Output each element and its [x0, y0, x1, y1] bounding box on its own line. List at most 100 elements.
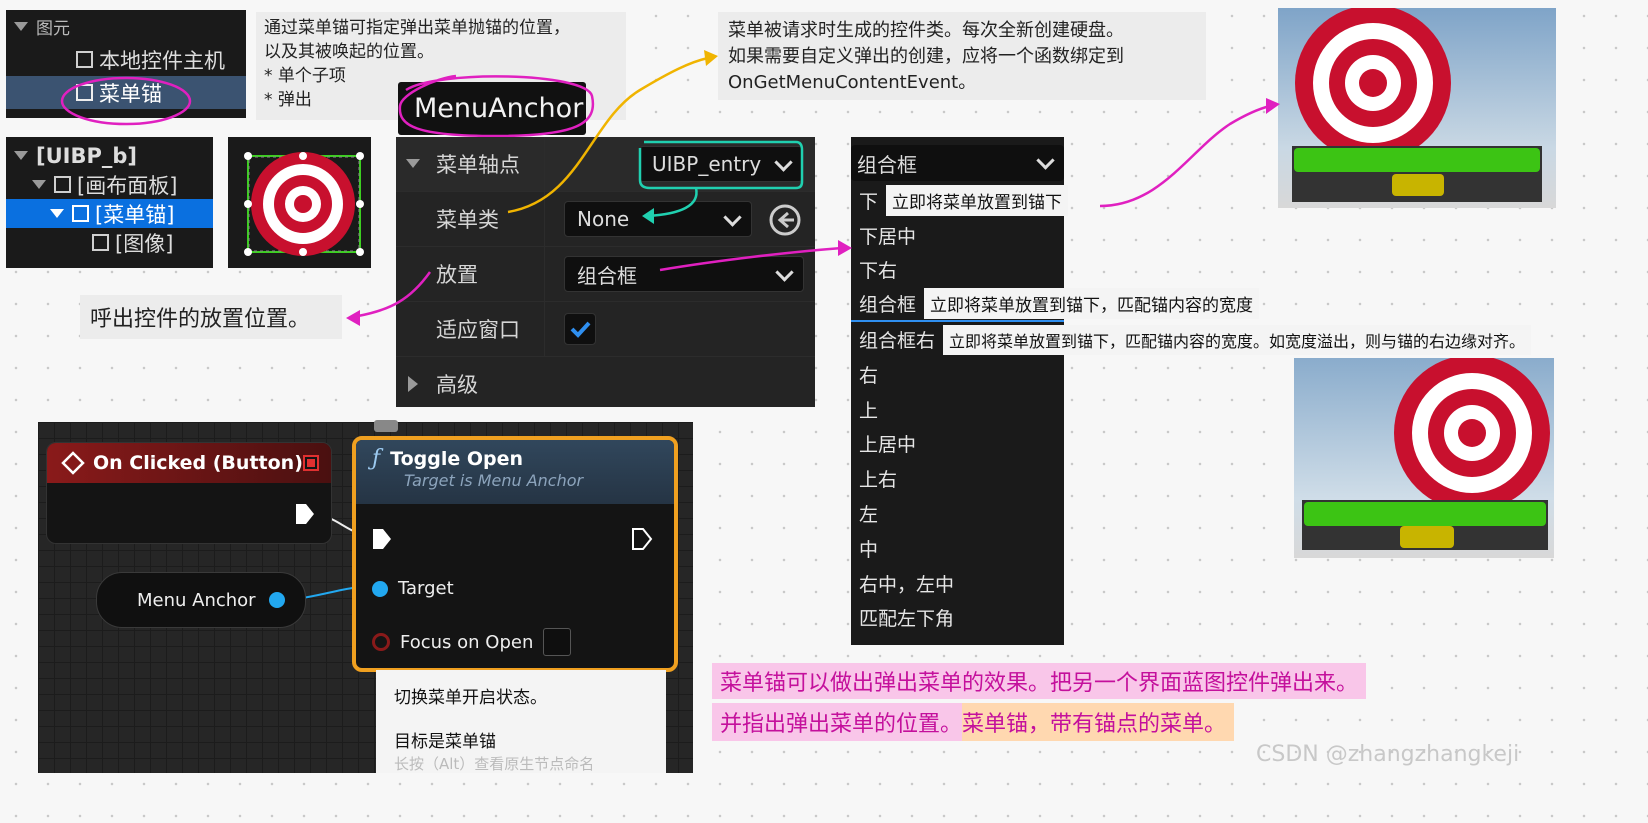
tooltip-line-faded: 长按（Alt）查看原生节点命名 [394, 755, 595, 773]
option-label: 上居中 [859, 434, 917, 457]
dropdown-option-selected[interactable]: 组合框 立即将菜单放置到锚下，匹配锚内容的宽度 [851, 287, 1260, 323]
pin-row-focus: Focus on Open [372, 628, 572, 656]
note-line: 菜单被请求时生成的控件类。每次全新创建硬盘。 [728, 20, 1124, 41]
option-label: 右 [859, 364, 879, 387]
delegate-pin-icon[interactable] [303, 455, 319, 471]
image-icon [92, 234, 109, 251]
combo-value: 组合框 [857, 152, 917, 177]
dropdown-option[interactable]: 下居中 [851, 218, 1064, 253]
placement-dropdown: 组合框 下立即将菜单放置到锚下 下居中 下右 组合框 立即将菜单放置到锚下，匹配锚… [851, 137, 1532, 645]
pink-circle-annotation [398, 74, 595, 138]
column-divider [544, 137, 545, 191]
option-label: 中 [859, 538, 879, 561]
section-label: 高级 [436, 373, 478, 397]
dropdown-option[interactable]: 上 [851, 392, 1064, 427]
note-text: 呼出控件的放置位置。 [90, 307, 311, 332]
tooltip-below: 立即将菜单放置到锚下 [886, 184, 1069, 216]
tree-item-label: [菜单锚] [95, 202, 175, 227]
teal-annotation [638, 140, 804, 224]
collapse-arrow-icon[interactable] [14, 22, 28, 31]
dropdown-option[interactable]: 左 [851, 496, 1064, 531]
tooltip-combo-right: 立即将菜单放置到锚下，匹配锚内容的宽度。如宽度溢出，则与锚的右边缘对齐。 [943, 324, 1532, 355]
menu-anchor-icon [72, 205, 89, 222]
placement-combo[interactable]: 组合框 [564, 256, 804, 292]
exec-out-pin[interactable] [293, 501, 317, 527]
option-label: 上右 [859, 469, 898, 492]
placement-dropdown-combo[interactable]: 组合框 [851, 145, 1064, 181]
option-label: 右中，左中 [859, 573, 955, 596]
event-node-title: On Clicked (Button) [93, 452, 303, 474]
collapse-arrow-icon[interactable] [50, 209, 64, 218]
designer-preview[interactable] [228, 137, 371, 268]
note-line: 如果需要自定义弹出的创建，应将一个函数绑定到 [728, 46, 1124, 67]
event-node-on-clicked[interactable]: On Clicked (Button) [46, 442, 332, 544]
event-diamond-icon [61, 451, 85, 475]
dropdown-option[interactable]: 下右 [851, 253, 1064, 288]
tree-item-label: [图像] [115, 231, 174, 256]
collapse-arrow-icon[interactable] [406, 159, 420, 168]
option-label: 左 [859, 504, 879, 527]
dropdown-option[interactable]: 右中，左中 [851, 566, 1064, 601]
collapse-arrow-icon[interactable] [14, 151, 28, 160]
palette-category-label: 图元 [36, 19, 70, 39]
dropdown-option[interactable]: 右 [851, 357, 1064, 392]
property-row-fit-in-window: 适应窗口 [396, 302, 815, 357]
function-node-toggle-open[interactable]: ƒ Toggle Open Target is Menu Anchor Targ… [352, 436, 678, 672]
advanced-section-header[interactable]: 高级 [396, 357, 815, 411]
exec-in-pin[interactable] [370, 526, 394, 552]
collapse-arrow-icon[interactable] [32, 180, 46, 189]
property-label: 菜单类 [436, 208, 499, 232]
tree-item-root[interactable]: [UIBP_b] [6, 141, 213, 170]
expand-arrow-icon[interactable] [408, 376, 418, 392]
chevron-down-icon [1036, 151, 1055, 170]
note-menu-class: 菜单被请求时生成的控件类。每次全新创建硬盘。 如果需要自定义弹出的创建，应将一个… [718, 12, 1206, 100]
variable-node-menu-anchor[interactable]: Menu Anchor [96, 572, 306, 628]
tree-item-canvas-panel[interactable]: [画布面板] [6, 170, 213, 199]
dropdown-option[interactable]: 中 [851, 531, 1064, 566]
target-image [1292, 8, 1542, 202]
widget-host-icon [76, 51, 93, 68]
blueprint-graph[interactable]: On Clicked (Button) Menu Anchor ƒ Toggle… [38, 422, 693, 773]
fit-in-window-checkbox[interactable] [564, 313, 596, 345]
event-node-header: On Clicked (Button) [47, 443, 331, 483]
target-pin[interactable] [372, 580, 388, 597]
dropdown-option[interactable]: 上居中 [851, 427, 1064, 462]
dropdown-option[interactable]: 组合框右 立即将菜单放置到锚下，匹配锚内容的宽度。如宽度溢出，则与锚的右边缘对齐。 [851, 322, 1532, 357]
dropdown-option[interactable]: 上右 [851, 461, 1064, 496]
focus-checkbox[interactable] [543, 628, 572, 656]
combo-value: None [577, 207, 630, 231]
pin-label: Target [398, 578, 454, 599]
option-label: 匹配左下角 [859, 608, 955, 631]
preview-below [1278, 8, 1556, 208]
option-label: 上 [859, 399, 879, 422]
exec-out-pin[interactable] [630, 526, 654, 552]
hierarchy-tree-panel: [UIBP_b] [画布面板] [菜单锚] [图像] [6, 137, 213, 268]
watermark: CSDN @zhangzhangkeji [1256, 742, 1520, 767]
note-line: 以及其被唤起的位置。 [264, 42, 434, 62]
combo-value: 组合框 [577, 263, 637, 288]
palette-item-label: 本地控件主机 [99, 48, 225, 73]
dropdown-option[interactable]: 匹配左下角 [851, 601, 1064, 636]
tooltip-line: 切换菜单开启状态。 [394, 688, 547, 708]
tree-item-label: [画布面板] [77, 173, 178, 198]
tree-item-menu-anchor[interactable]: [菜单锚] [6, 199, 213, 228]
note-placement: 呼出控件的放置位置。 [80, 295, 342, 339]
target-image [244, 152, 364, 256]
property-label: 放置 [436, 263, 478, 287]
dropdown-option[interactable]: 下立即将菜单放置到锚下 [851, 183, 1069, 218]
node-comment-bubble-icon[interactable] [374, 420, 398, 432]
palette-category[interactable]: 图元 [6, 10, 246, 43]
tree-item-label: [UIBP_b] [36, 143, 137, 168]
target-image [1302, 358, 1550, 550]
tree-item-image[interactable]: [图像] [6, 228, 213, 257]
pink-circle-annotation [60, 76, 192, 126]
focus-pin[interactable] [372, 633, 390, 651]
canvas-panel-icon [54, 176, 71, 193]
object-out-pin[interactable] [269, 592, 285, 608]
option-label: 组合框 [859, 294, 917, 317]
summary-text: 菜单锚可以做出弹出菜单的效果。把另一个界面蓝图控件弹出来。 [720, 671, 1359, 696]
note-line: 通过菜单锚可指定弹出菜单抛锚的位置， [264, 18, 570, 38]
note-line: OnGetMenuContentEvent。 [728, 72, 977, 93]
checkmark-icon [570, 321, 591, 338]
palette-item-native-widget-host[interactable]: 本地控件主机 [6, 43, 246, 76]
